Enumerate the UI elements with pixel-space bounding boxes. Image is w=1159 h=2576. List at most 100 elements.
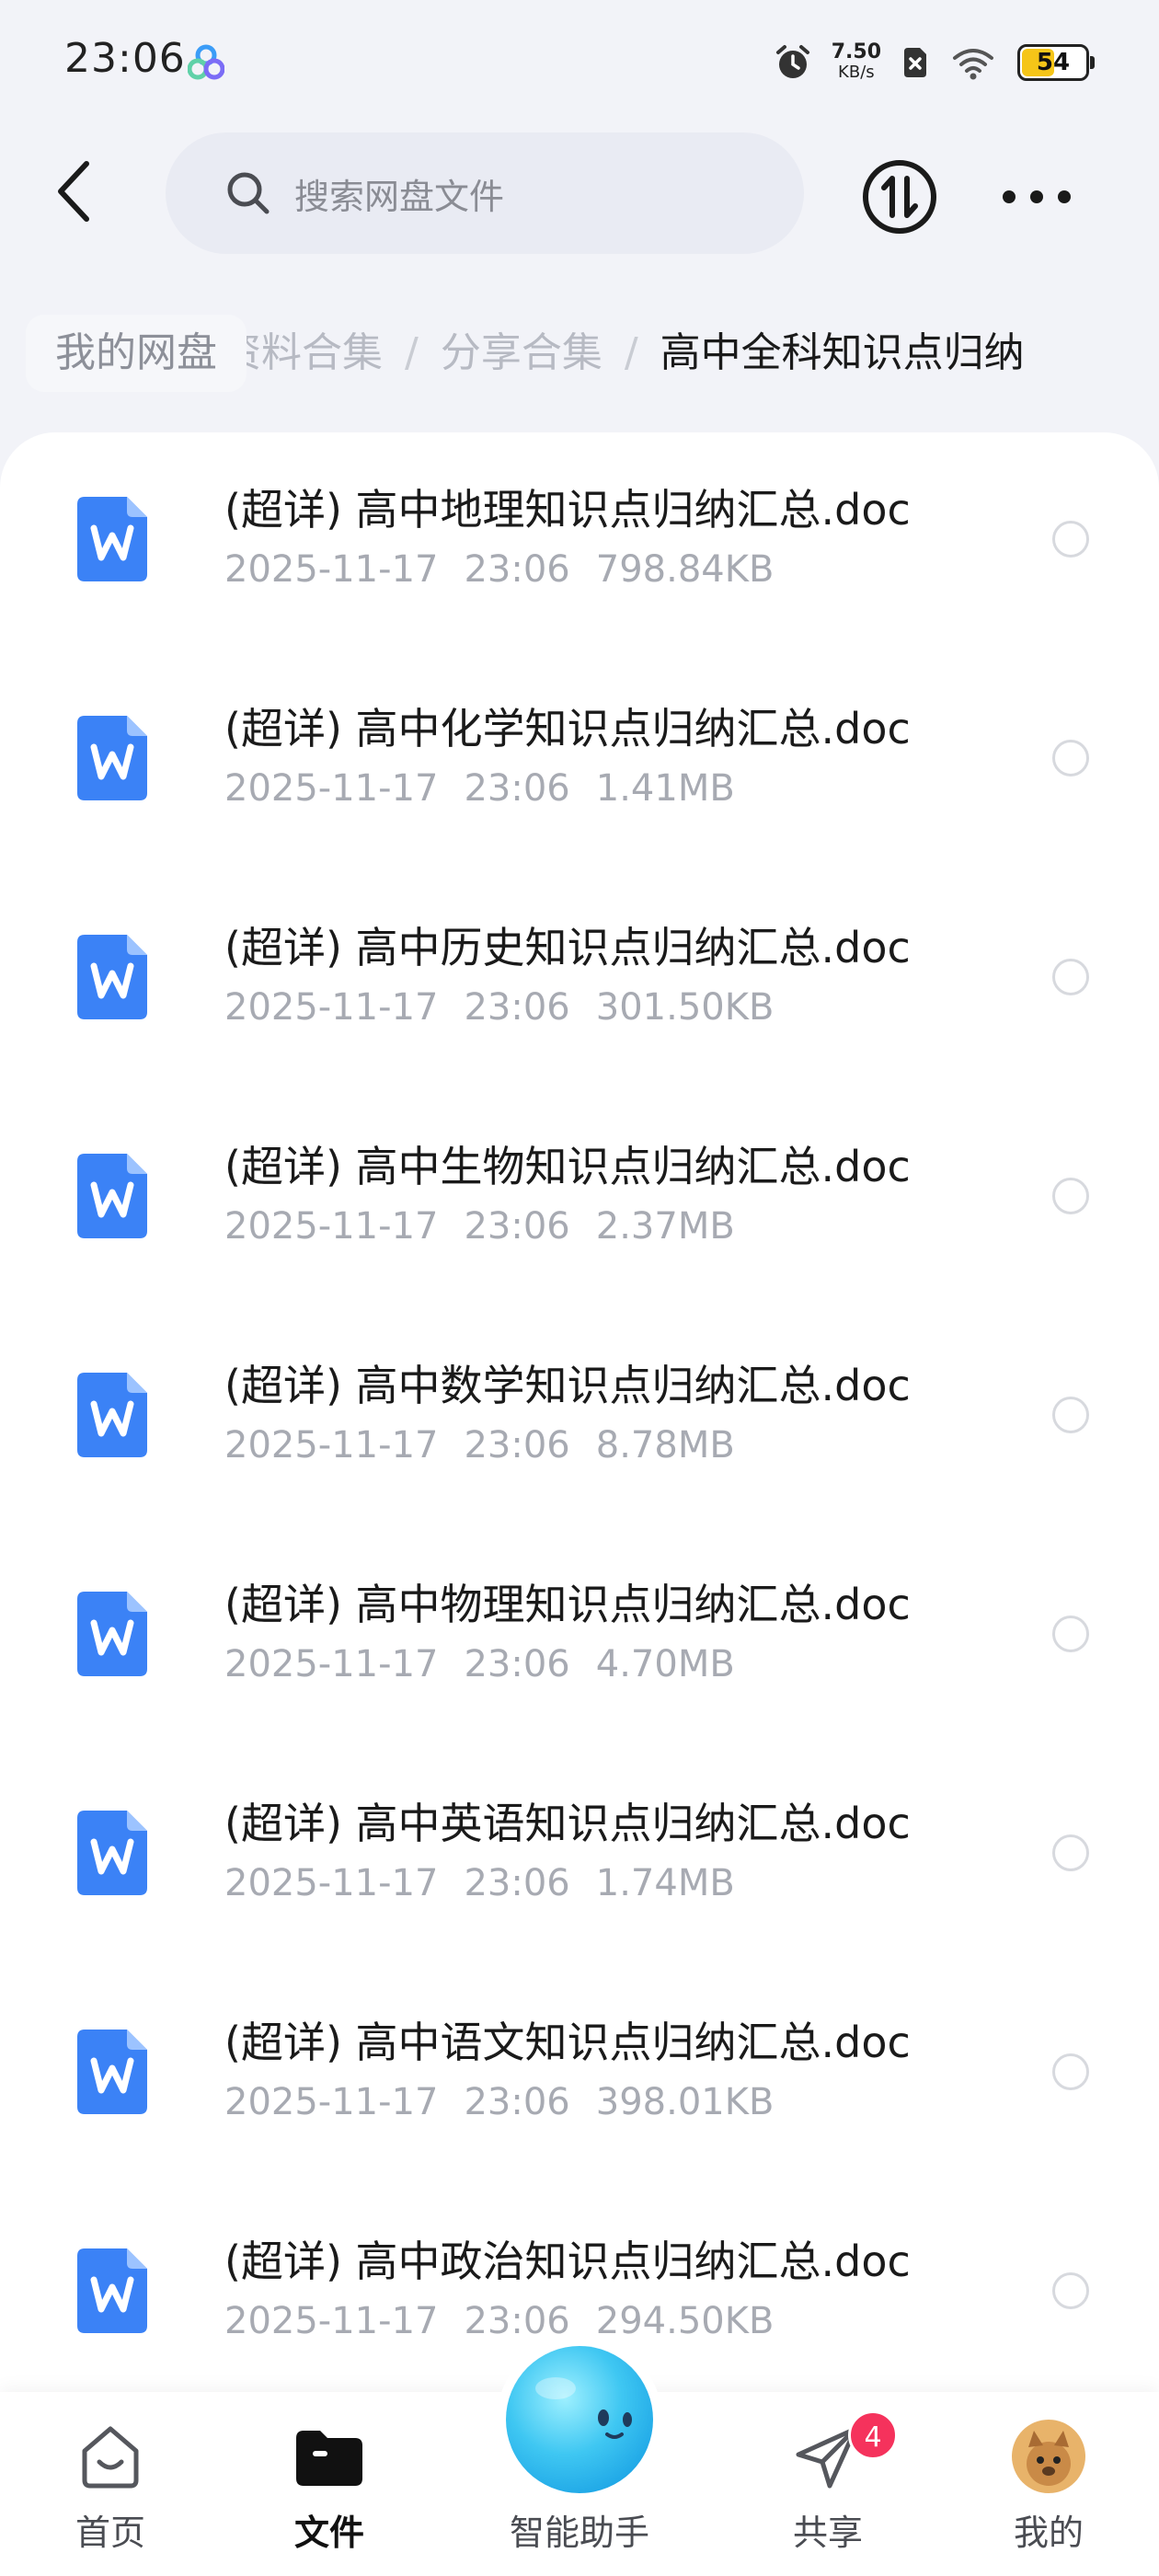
search-input[interactable]: 搜索网盘文件: [166, 132, 804, 254]
nav-files[interactable]: 文件: [237, 2392, 421, 2576]
file-row[interactable]: (超详) 高中历史知识点归纳汇总.doc 2025-11-17 23:06 301.5…: [0, 870, 1159, 1089]
file-time: 23:06: [464, 767, 570, 810]
word-doc-icon: [77, 1373, 147, 1457]
file-time: 23:06: [464, 986, 570, 1029]
home-icon: [82, 2426, 139, 2489]
battery-level: 54: [1036, 49, 1071, 76]
file-time: 23:06: [464, 1862, 570, 1904]
file-row[interactable]: (超详) 高中地理知识点归纳汇总.doc 2025-11-17 23:06 798.8…: [0, 432, 1159, 651]
breadcrumb-item[interactable]: 分享合集: [441, 329, 602, 376]
word-doc-icon: [77, 497, 147, 581]
nav-share[interactable]: 4 共享: [736, 2392, 920, 2576]
battery-indicator: 54: [1017, 44, 1095, 81]
breadcrumb-trail: 资料合集 / 分享合集 / 高中全科知识点归纳: [221, 315, 1025, 392]
select-checkbox[interactable]: [1052, 521, 1089, 558]
select-checkbox[interactable]: [1052, 740, 1089, 776]
file-meta: 2025-11-17 23:06 4.70MB: [224, 1643, 761, 1685]
select-checkbox[interactable]: [1052, 2272, 1089, 2309]
nav-home[interactable]: 首页: [18, 2392, 202, 2576]
more-dot-icon: [1030, 190, 1043, 203]
select-checkbox[interactable]: [1052, 1397, 1089, 1433]
file-time: 23:06: [464, 2081, 570, 2123]
word-doc-icon: [77, 2248, 147, 2333]
status-indicators: 7.50 KB/s 54: [775, 37, 1095, 88]
word-doc-icon: [77, 1154, 147, 1238]
file-date: 2025-11-17: [224, 767, 439, 810]
file-size: 798.84KB: [595, 548, 775, 591]
select-checkbox[interactable]: [1052, 2053, 1089, 2090]
nav-label: 智能助手: [509, 2513, 649, 2553]
file-date: 2025-11-17: [224, 986, 439, 1029]
select-checkbox[interactable]: [1052, 959, 1089, 995]
file-time: 23:06: [464, 1205, 570, 1248]
breadcrumb-home[interactable]: 我的网盘: [26, 315, 247, 392]
file-name: (超详) 高中政治知识点归纳汇总.doc: [224, 2237, 911, 2286]
no-sim-icon: [904, 48, 926, 77]
search-placeholder: 搜索网盘文件: [294, 176, 505, 217]
transfer-list-icon[interactable]: [861, 158, 938, 236]
network-speed-value: 7.50: [831, 40, 881, 63]
app-notification-icon: [188, 44, 224, 80]
file-meta: 2025-11-17 23:06 1.74MB: [224, 1862, 761, 1904]
word-doc-icon: [77, 2030, 147, 2114]
file-row[interactable]: (超详) 高中数学知识点归纳汇总.doc 2025-11-17 23:06 8.78M…: [0, 1308, 1159, 1527]
more-options-button[interactable]: [1003, 178, 1071, 215]
file-meta: 2025-11-17 23:06 301.50KB: [224, 986, 799, 1029]
nav-label: 首页: [75, 2513, 145, 2553]
breadcrumb: 资料合集 / 分享合集 / 高中全科知识点归纳 我的网盘: [0, 304, 1159, 410]
back-button[interactable]: [37, 155, 110, 228]
file-meta: 2025-11-17 23:06 294.50KB: [224, 2300, 799, 2342]
file-name: (超详) 高中化学知识点归纳汇总.doc: [224, 704, 911, 753]
file-row[interactable]: (超详) 高中生物知识点归纳汇总.doc 2025-11-17 23:06 2.37M…: [0, 1089, 1159, 1308]
file-date: 2025-11-17: [224, 548, 439, 591]
file-date: 2025-11-17: [224, 1643, 439, 1685]
file-size: 8.78MB: [595, 1424, 735, 1466]
file-row[interactable]: (超详) 高中英语知识点归纳汇总.doc 2025-11-17 23:06 1.74M…: [0, 1746, 1159, 1965]
file-time: 23:06: [464, 1643, 570, 1685]
top-bar: 搜索网盘文件: [0, 121, 1159, 269]
file-date: 2025-11-17: [224, 2300, 439, 2342]
file-date: 2025-11-17: [224, 2081, 439, 2123]
select-checkbox[interactable]: [1052, 1834, 1089, 1871]
chevron-left-icon: [58, 161, 89, 222]
select-checkbox[interactable]: [1052, 1178, 1089, 1214]
breadcrumb-current: 高中全科知识点归纳: [660, 329, 1025, 376]
word-doc-icon: [77, 935, 147, 1019]
file-meta: 2025-11-17 23:06 2.37MB: [224, 1205, 761, 1248]
nav-label: 文件: [293, 2513, 364, 2553]
select-checkbox[interactable]: [1052, 1616, 1089, 1652]
word-doc-icon: [77, 716, 147, 800]
file-name: (超详) 高中地理知识点归纳汇总.doc: [224, 485, 911, 535]
search-icon: [227, 172, 270, 214]
wifi-icon: [953, 49, 993, 80]
file-list: (超详) 高中地理知识点归纳汇总.doc 2025-11-17 23:06 798.8…: [0, 432, 1159, 2392]
breadcrumb-separator: /: [405, 329, 419, 376]
nav-assistant[interactable]: 智能助手: [488, 2392, 671, 2576]
file-name: (超详) 高中历史知识点归纳汇总.doc: [224, 923, 911, 972]
file-time: 23:06: [464, 1424, 570, 1466]
more-dot-icon: [1058, 190, 1071, 203]
word-doc-icon: [77, 1592, 147, 1676]
file-row[interactable]: (超详) 高中化学知识点归纳汇总.doc 2025-11-17 23:06 1.41M…: [0, 651, 1159, 870]
network-speed: 7.50 KB/s: [832, 42, 881, 83]
status-time: 23:06: [64, 35, 186, 82]
file-row[interactable]: (超详) 高中语文知识点归纳汇总.doc 2025-11-17 23:06 398.0…: [0, 1965, 1159, 2184]
breadcrumb-separator: /: [624, 329, 638, 376]
file-size: 1.41MB: [595, 767, 735, 810]
file-date: 2025-11-17: [224, 1424, 439, 1466]
file-size: 294.50KB: [595, 2300, 775, 2342]
file-meta: 2025-11-17 23:06 1.41MB: [224, 767, 761, 810]
file-name: (超详) 高中物理知识点归纳汇总.doc: [224, 1580, 911, 1629]
file-meta: 2025-11-17 23:06 798.84KB: [224, 548, 799, 591]
file-row[interactable]: (超详) 高中物理知识点归纳汇总.doc 2025-11-17 23:06 4.70M…: [0, 1527, 1159, 1746]
file-size: 2.37MB: [595, 1205, 735, 1248]
nav-profile[interactable]: 我的: [957, 2392, 1141, 2576]
bottom-nav: 首页 文件 智能助手 4 共享 我的: [0, 2337, 1159, 2576]
avatar: [1012, 2420, 1085, 2493]
file-size: 301.50KB: [595, 986, 775, 1029]
notification-badge: 4: [848, 2410, 898, 2460]
file-size: 4.70MB: [595, 1643, 735, 1685]
folder-icon: [296, 2431, 362, 2486]
file-date: 2025-11-17: [224, 1862, 439, 1904]
file-date: 2025-11-17: [224, 1205, 439, 1248]
